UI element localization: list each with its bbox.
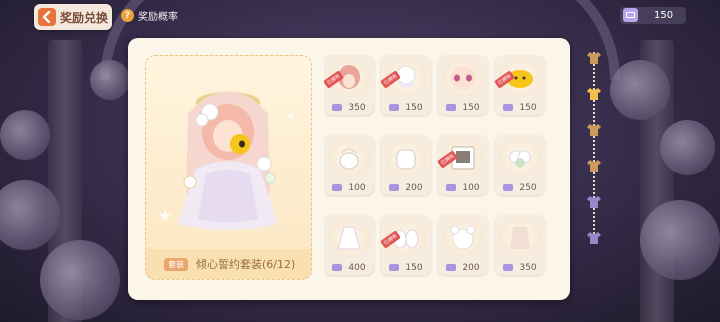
ticket-icon	[446, 104, 457, 111]
back-button[interactable]: 奖励兑换	[34, 4, 112, 30]
background-rose	[610, 60, 670, 120]
cost-value: 350	[348, 102, 366, 113]
reward-panel: ★ ★ 套装 倾心誓约套装(6/12) 已拥有 350 已拥有 150 150 已拥有 15…	[128, 38, 570, 300]
reward-item[interactable]: 350	[495, 215, 545, 275]
cost-value: 150	[405, 102, 423, 113]
reward-item[interactable]: 400	[324, 215, 374, 275]
item-cost: 100	[438, 180, 488, 195]
ticket-icon	[503, 184, 514, 191]
bag-icon	[328, 139, 370, 177]
shirt-icon[interactable]	[585, 50, 603, 66]
cost-value: 150	[519, 102, 537, 113]
reward-item[interactable]: 150	[438, 55, 488, 115]
ticket-icon	[446, 184, 457, 191]
reward-item[interactable]: 已拥有 150	[380, 215, 431, 275]
category-rail	[583, 46, 605, 250]
item-cost: 200	[381, 180, 431, 195]
cost-value: 150	[405, 262, 423, 273]
background-rose	[0, 110, 50, 160]
item-cost: 150	[438, 100, 488, 115]
background-rose	[660, 120, 715, 175]
bouquet-icon	[499, 139, 541, 177]
item-cost: 150	[381, 100, 431, 115]
ticket-icon	[446, 264, 457, 271]
suit-tag: 套装	[164, 257, 188, 271]
reward-item[interactable]: 已拥有 100	[437, 135, 488, 195]
shirt-icon[interactable]	[585, 86, 603, 102]
cost-value: 200	[462, 262, 480, 273]
dress-icon	[328, 219, 370, 257]
item-cost: 350	[495, 260, 545, 275]
back-arrow-icon	[38, 8, 56, 26]
probability-label: 奖励概率	[138, 12, 178, 23]
cost-value: 100	[348, 182, 366, 193]
item-cost: 350	[324, 100, 374, 115]
cost-value: 150	[462, 102, 480, 113]
background-rose	[640, 200, 720, 280]
item-cost: 150	[381, 260, 431, 275]
reward-item[interactable]: 已拥有 150	[494, 55, 545, 115]
background-rose	[90, 60, 130, 100]
question-icon: ?	[121, 9, 134, 22]
cost-value: 250	[519, 182, 537, 193]
reward-item[interactable]: 已拥有 350	[324, 55, 374, 115]
ticket-icon	[332, 104, 343, 111]
shirt-icon[interactable]	[585, 122, 603, 138]
item-cost: 150	[495, 100, 545, 115]
reward-item[interactable]: 100	[324, 135, 374, 195]
currency-counter: 150	[620, 7, 686, 24]
bride-character-illustration	[178, 91, 278, 230]
ticket-icon	[623, 8, 638, 22]
ticket-icon	[332, 184, 343, 191]
shirt-icon[interactable]	[585, 158, 603, 174]
currency-value: 150	[654, 10, 674, 21]
cost-value: 200	[405, 182, 423, 193]
rail-dotted-line	[593, 52, 595, 242]
face-icon	[442, 59, 484, 97]
item-cost: 100	[324, 180, 374, 195]
item-cost: 200	[438, 260, 488, 275]
backpack-icon	[385, 139, 427, 177]
outfit-icon	[499, 219, 541, 257]
reward-item[interactable]: 200	[438, 215, 488, 275]
reward-item[interactable]: 200	[381, 135, 431, 195]
cost-value: 350	[519, 262, 537, 273]
ticket-icon	[503, 264, 514, 271]
ticket-icon	[332, 264, 343, 271]
bear-icon	[442, 219, 484, 257]
featured-footer: 套装 倾心誓约套装(6/12)	[146, 249, 311, 279]
shirt-icon[interactable]	[585, 194, 603, 210]
shirt-icon[interactable]	[585, 230, 603, 246]
page-title: 奖励兑换	[60, 10, 109, 25]
item-cost: 250	[495, 180, 545, 195]
ticket-icon	[503, 104, 514, 111]
cost-value: 100	[462, 182, 480, 193]
item-cost: 400	[324, 260, 374, 275]
suit-name: 倾心誓约套装(6/12)	[196, 258, 296, 271]
reward-grid: 已拥有 350 已拥有 150 150 已拥有 150 100 200 已拥有 100 250 400 已…	[324, 55, 554, 283]
reward-item[interactable]: 已拥有 150	[380, 55, 431, 115]
ticket-icon	[389, 104, 400, 111]
reward-item[interactable]: 250	[495, 135, 545, 195]
probability-link[interactable]: ? 奖励概率	[121, 8, 178, 23]
background-rose	[40, 240, 120, 320]
featured-suit-card[interactable]: ★ ★ 套装 倾心誓约套装(6/12)	[145, 55, 312, 280]
ticket-icon	[389, 264, 400, 271]
cost-value: 400	[348, 262, 366, 273]
ticket-icon	[389, 184, 400, 191]
